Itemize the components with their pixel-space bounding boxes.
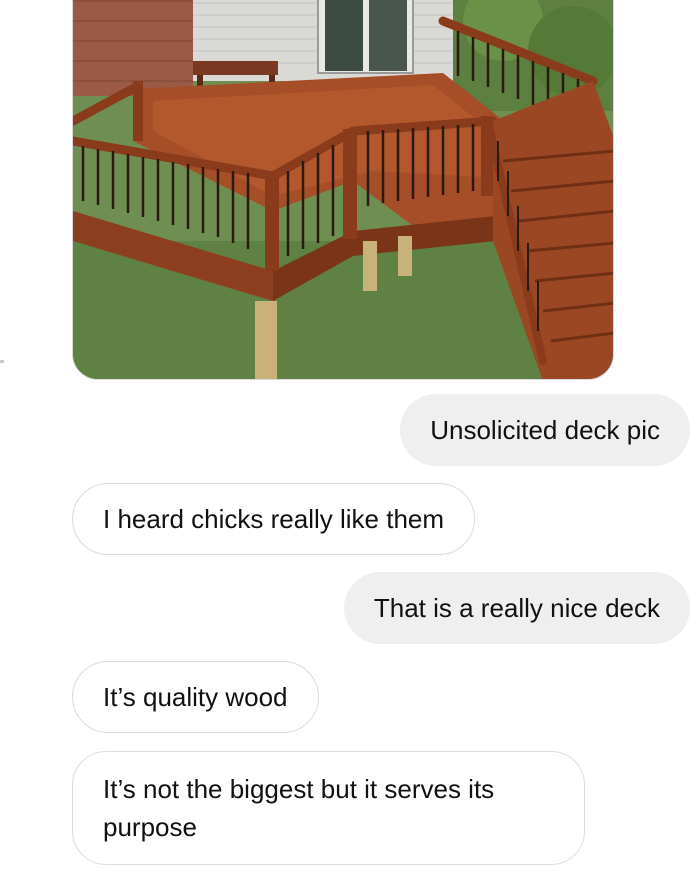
message-received-2[interactable]: It’s quality wood [72,661,319,733]
message-received-3[interactable]: It’s not the biggest but it serves its p… [72,751,585,865]
shared-photo[interactable] [72,0,614,380]
deck-photo-icon [73,0,613,379]
message-sent-2[interactable]: That is a really nice deck [343,572,690,644]
message-sent-1[interactable]: Unsolicited deck pic [400,394,690,466]
edge-artifact [0,360,4,363]
message-received-1[interactable]: I heard chicks really like them [72,483,476,555]
